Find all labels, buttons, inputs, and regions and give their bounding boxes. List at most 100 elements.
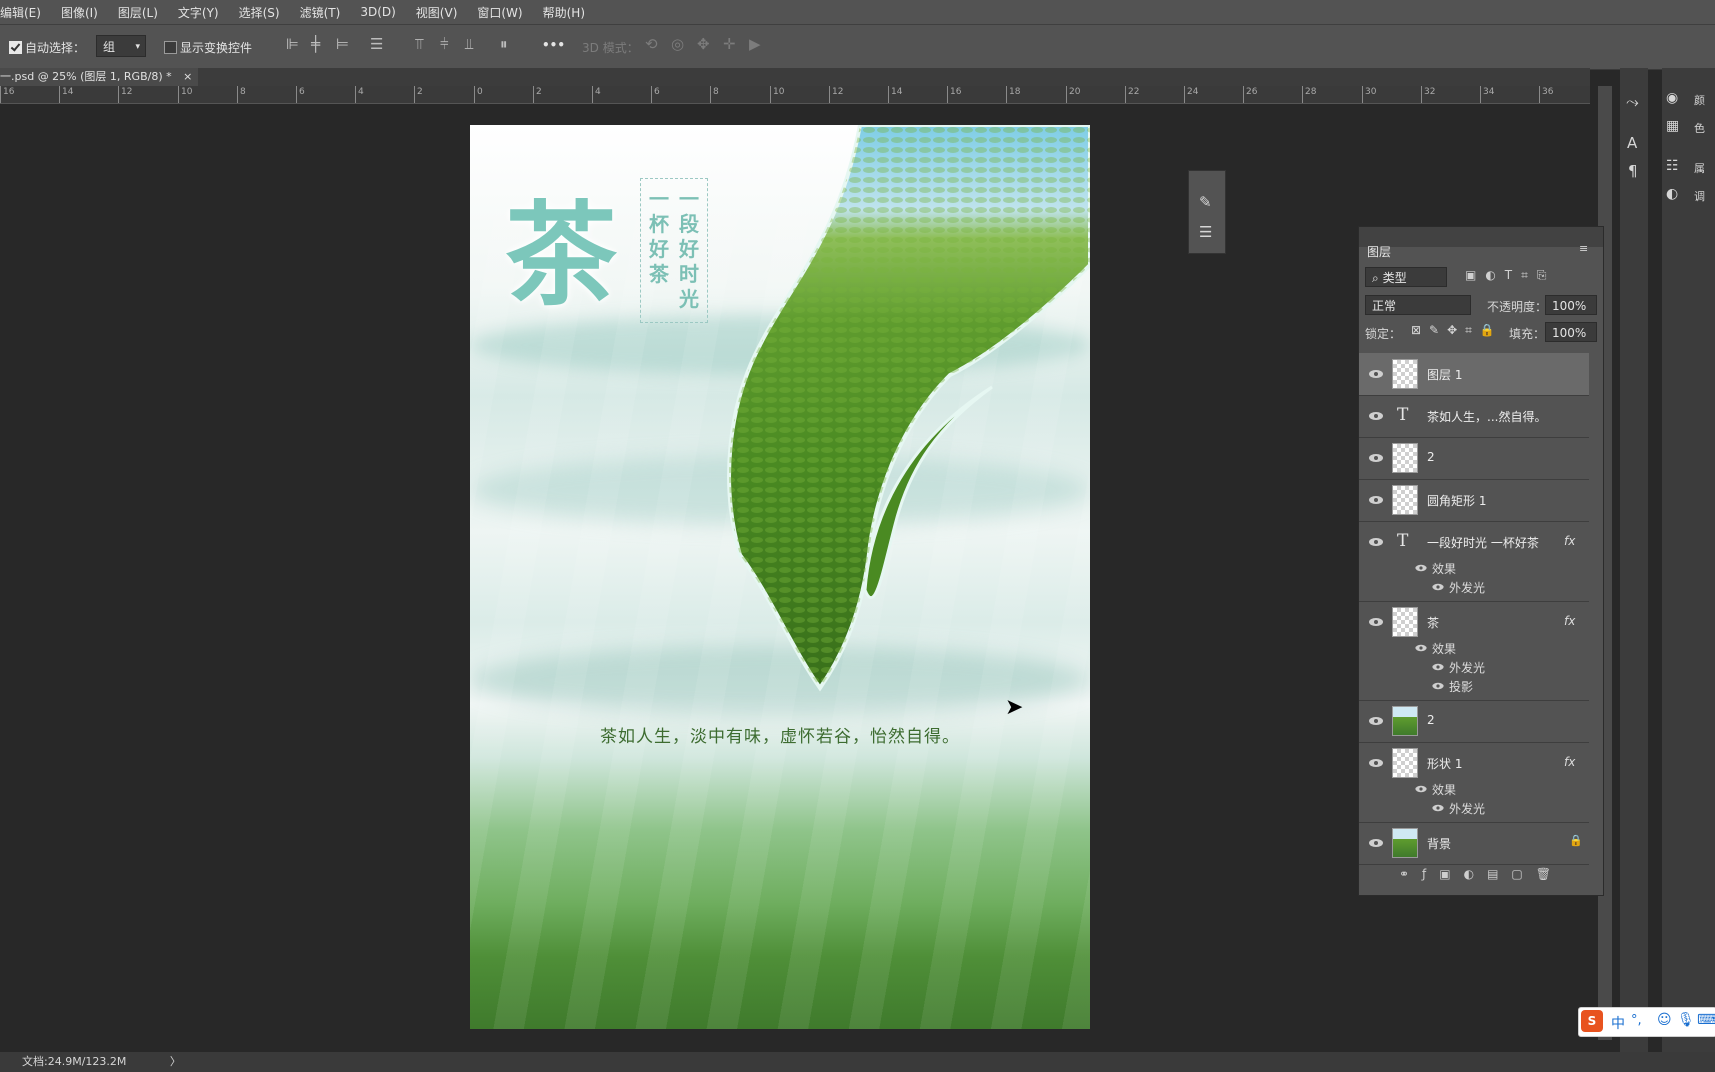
show-transform-checkbox[interactable] [164, 41, 177, 54]
document-tab[interactable]: 一.psd @ 25% (图层 1, RGB/8) * × [0, 68, 199, 86]
align-vertical-centers-icon[interactable]: ⫩ [440, 35, 449, 53]
layer-name[interactable]: 圆角矩形 1 [1427, 492, 1486, 509]
3d-slide-icon[interactable]: ✛ [723, 35, 736, 53]
ime-language[interactable]: 中 [1611, 1013, 1625, 1033]
menu-item[interactable]: 3D(D) [350, 5, 405, 19]
layer-name[interactable]: 一段好时光 一杯好茶 [1427, 534, 1539, 551]
layer-effect-label[interactable]: 效果 [1432, 781, 1456, 798]
distribute-vertical-icon[interactable]: ⏸ [500, 35, 508, 53]
layer-row[interactable]: T 茶如人生，...然自得。 [1359, 395, 1589, 437]
paragraph-icon[interactable]: ¶ [1628, 162, 1638, 180]
effect-visibility-eye-icon[interactable] [1415, 785, 1427, 793]
align-left-edges-icon[interactable]: ⊫ [286, 35, 299, 53]
layer-row[interactable]: T 一段好时光 一杯好茶 fx 效果 外发光 [1359, 521, 1589, 601]
layer-footer-icons[interactable]: ⚭ƒ▣◐▤▢🗑 [1399, 867, 1564, 881]
character-icon[interactable]: A [1627, 134, 1637, 152]
layer-name[interactable]: 图层 1 [1427, 366, 1462, 383]
menu-item[interactable]: 编辑(E) [0, 4, 51, 21]
history-icon[interactable]: ⤳ [1626, 92, 1639, 112]
blend-mode-dropdown[interactable]: 正常 [1365, 295, 1471, 315]
layer-effect-label[interactable]: 外发光 [1449, 659, 1485, 676]
effect-visibility-eye-icon[interactable] [1432, 583, 1444, 591]
layers-panel-title[interactable]: 图层 [1367, 243, 1391, 260]
visibility-eye-icon[interactable] [1369, 412, 1383, 420]
menu-item[interactable]: 选择(S) [229, 4, 290, 21]
align-top-edges-icon[interactable]: ⫪ [415, 35, 423, 53]
poster-canvas[interactable]: 茶 一段好时光 一杯好茶 茶如人生，淡中有味，虚怀若谷，怡然自得。 [470, 125, 1090, 1029]
ime-punct[interactable]: °, [1631, 1013, 1642, 1028]
visibility-eye-icon[interactable] [1369, 839, 1383, 847]
effect-visibility-eye-icon[interactable] [1432, 682, 1444, 690]
menu-item[interactable]: 文字(Y) [168, 4, 229, 21]
visibility-eye-icon[interactable] [1369, 538, 1383, 546]
adjustments-icon[interactable]: ◐ [1666, 186, 1678, 202]
align-bottom-edges-icon[interactable]: ⫫ [465, 35, 473, 53]
align-right-edges-icon[interactable]: ⊨ [336, 35, 349, 53]
dock-label-swatches[interactable]: 色 [1694, 120, 1705, 136]
layer-filter-dropdown[interactable]: ⌕ 类型 [1365, 267, 1447, 287]
distribute-horizontal-icon[interactable]: ☰ [370, 35, 383, 53]
effect-visibility-eye-icon[interactable] [1432, 663, 1444, 671]
status-menu-arrow[interactable]: 〉 [170, 1055, 181, 1068]
3d-orbit-icon[interactable]: ⟲ [645, 35, 658, 53]
keyboard-icon[interactable]: ⌨ [1697, 1012, 1715, 1028]
panel-menu-icon[interactable]: ≡ [1579, 242, 1588, 255]
effect-visibility-eye-icon[interactable] [1415, 564, 1427, 572]
sliders-icon[interactable]: ☰ [1199, 223, 1212, 241]
layer-name[interactable]: 2 [1427, 450, 1435, 464]
opacity-field[interactable]: 100% [1545, 295, 1597, 315]
horizontal-ruler[interactable]: 16 14 12 10 8 6 4 2 0 2 4 6 8 10 12 14 16 18 20 22 24 26 28 30 3… [0, 86, 1612, 104]
layer-row[interactable]: 2 [1359, 700, 1589, 742]
layer-effect-label[interactable]: 投影 [1449, 678, 1473, 695]
layer-name[interactable]: 背景 [1427, 835, 1451, 852]
brush-settings-icon[interactable]: ✎ [1199, 193, 1212, 211]
menu-item[interactable]: 视图(V) [406, 4, 468, 21]
visibility-eye-icon[interactable] [1369, 717, 1383, 725]
layer-fx-badge[interactable]: fx [1564, 614, 1575, 628]
effect-visibility-eye-icon[interactable] [1432, 804, 1444, 812]
dock-label-adjustments[interactable]: 调 [1694, 188, 1705, 204]
layer-fx-badge[interactable]: fx [1564, 534, 1575, 548]
menu-item[interactable]: 滤镜(T) [290, 4, 351, 21]
menu-item[interactable]: 图像(I) [51, 4, 108, 21]
layer-name[interactable]: 茶 [1427, 614, 1439, 631]
layer-name[interactable]: 形状 1 [1427, 755, 1462, 772]
properties-icon[interactable]: ☷ [1666, 158, 1679, 174]
color-icon[interactable]: ◉ [1666, 90, 1678, 106]
layer-row[interactable]: 圆角矩形 1 [1359, 479, 1589, 521]
sogou-logo-icon[interactable]: S [1581, 1010, 1603, 1032]
layer-name[interactable]: 2 [1427, 713, 1435, 727]
visibility-eye-icon[interactable] [1369, 496, 1383, 504]
microphone-icon[interactable]: 🎙 [1677, 1012, 1695, 1028]
layer-effect-label[interactable]: 效果 [1432, 640, 1456, 657]
swatches-icon[interactable]: ▦ [1666, 118, 1679, 134]
fill-field[interactable]: 100% [1545, 322, 1597, 342]
visibility-eye-icon[interactable] [1369, 370, 1383, 378]
emoji-icon[interactable]: ☺ [1657, 1012, 1672, 1028]
3d-roll-icon[interactable]: ◎ [671, 35, 684, 53]
layer-filter-icons[interactable]: ▣◐T⌗⎘ [1465, 268, 1556, 283]
lock-icons[interactable]: ⊠✎✥⌗🔒 [1411, 323, 1503, 338]
auto-select-dropdown[interactable]: 组 ▾ [96, 35, 146, 57]
layer-row[interactable]: 2 [1359, 437, 1589, 479]
effect-visibility-eye-icon[interactable] [1415, 644, 1427, 652]
dock-label-color[interactable]: 颜 [1694, 92, 1705, 108]
visibility-eye-icon[interactable] [1369, 454, 1383, 462]
layer-effect-label[interactable]: 效果 [1432, 560, 1456, 577]
close-tab-icon[interactable]: × [183, 70, 192, 83]
auto-select-checkbox[interactable] [9, 41, 22, 54]
3d-scale-icon[interactable]: ▶ [749, 35, 761, 53]
layer-row[interactable]: 形状 1 fx 效果外发光 [1359, 742, 1589, 822]
layer-row[interactable]: 图层 1 [1359, 353, 1589, 395]
menu-item[interactable]: 窗口(W) [467, 4, 532, 21]
layer-name[interactable]: 茶如人生，...然自得。 [1427, 408, 1546, 425]
3d-pan-icon[interactable]: ✥ [697, 35, 710, 53]
menu-item[interactable]: 帮助(H) [533, 4, 595, 21]
more-options-button[interactable]: ••• [542, 38, 565, 52]
visibility-eye-icon[interactable] [1369, 759, 1383, 767]
layer-fx-badge[interactable]: fx [1564, 755, 1575, 769]
visibility-eye-icon[interactable] [1369, 618, 1383, 626]
layer-effect-label[interactable]: 外发光 [1449, 800, 1485, 817]
layer-effect-label[interactable]: 外发光 [1449, 579, 1485, 596]
layer-row[interactable]: 茶 fx 效果外发光投影 [1359, 601, 1589, 700]
